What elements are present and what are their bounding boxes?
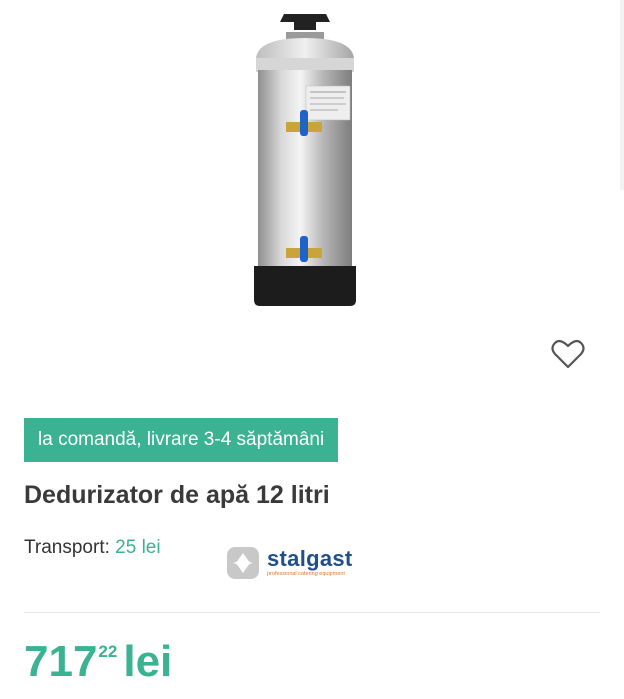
availability-badge: la comandă, livrare 3-4 săptămâni [24,418,339,462]
brand-logo[interactable]: stalgast professional catering equipment [225,545,353,581]
shipping-label: Transport: [24,537,110,558]
brand-name: stalgast [267,546,353,572]
wishlist-button[interactable] [548,336,588,372]
brand-tagline: professional catering equipment [267,571,345,578]
shipping-price: 25 lei [115,537,161,558]
product-image[interactable] [248,10,378,310]
heart-outline-icon [551,339,585,369]
price-currency: lei [123,637,173,686]
product-price: 717 22 lei [24,636,172,688]
price-decimal: 22 [98,642,118,661]
stalgast-logo-icon [227,547,259,579]
divider [24,612,600,613]
shipping-info: Transport: 25 lei [24,537,161,559]
scrollbar[interactable] [620,0,624,190]
product-image-area [0,0,624,400]
product-title: Dedurizator de apă 12 litri [24,481,330,509]
price-integer: 717 [24,637,98,686]
